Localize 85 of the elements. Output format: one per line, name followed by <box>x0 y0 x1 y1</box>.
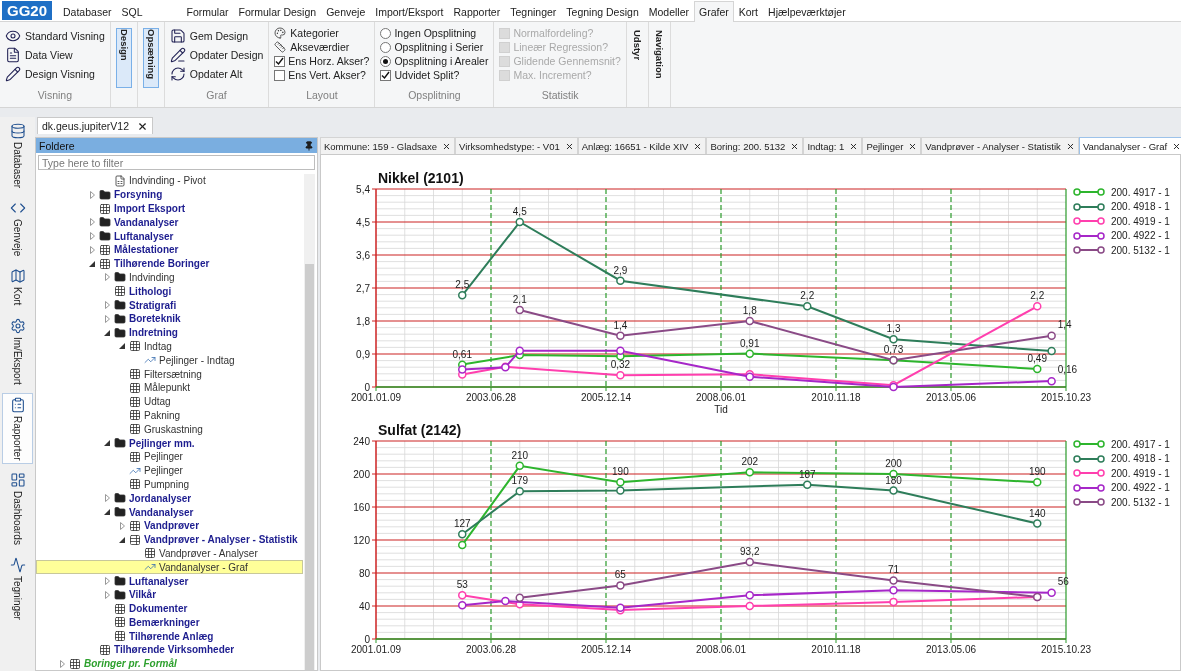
x-tick-label: 2008.06.01 <box>695 644 747 655</box>
group-label: Opsplitning <box>407 89 462 103</box>
data-label: 0,91 <box>740 337 760 349</box>
data-label: 179 <box>511 475 529 487</box>
legend-label: 200. 4917 - 1 <box>1111 438 1170 450</box>
x-tick-label: 2010.11.18 <box>811 392 861 403</box>
y-tick-label: 1,8 <box>356 315 370 327</box>
legend-label: 200. 5132 - 1 <box>1111 496 1170 508</box>
legend-label: 200. 4919 - 1 <box>1111 215 1170 227</box>
data-label: 2,2 <box>800 290 815 302</box>
legend-label: 200. 4922 - 1 <box>1111 230 1170 242</box>
y-tick-label: 0 <box>364 633 370 645</box>
y-tick-label: 0,9 <box>356 348 370 360</box>
data-label: 4,5 <box>512 206 527 217</box>
data-label: 180 <box>885 474 902 486</box>
x-axis-title: Tid <box>714 404 728 415</box>
checkbox-label: Udvidet Split? <box>394 69 460 81</box>
x-tick-label: 2001.01.09 <box>350 644 402 655</box>
data-label: 0,61 <box>452 348 472 360</box>
y-tick-label: 120 <box>353 534 370 546</box>
panel-title: Foldere <box>39 139 75 152</box>
checkbox-label: Ens Horz. Akser? <box>288 55 370 67</box>
x-tick-label: 2003.06.28 <box>465 392 517 403</box>
y-tick-label: 2,7 <box>356 282 370 294</box>
x-tick-label: 2015.10.23 <box>1040 644 1092 655</box>
data-label: 190 <box>612 466 629 478</box>
chart-title: Nikkel (2101) <box>378 170 464 186</box>
x-tick-label: 2013.05.06 <box>925 644 977 655</box>
data-label: 127 <box>453 518 471 530</box>
x-tick-label: 2010.11.18 <box>811 644 861 655</box>
legend-label: 200. 4917 - 1 <box>1111 186 1170 198</box>
y-tick-label: 40 <box>358 600 370 612</box>
x-tick-label: 2008.06.01 <box>695 392 747 403</box>
checkbox-label: Glidende Gennemsnit? <box>513 55 621 67</box>
x-tick-label: 2005.12.14 <box>580 644 632 655</box>
radio-label: Opsplitning i Serier <box>394 41 484 53</box>
y-tick-label: 160 <box>353 501 370 513</box>
chart-title: Sulfat (2142) <box>378 422 462 438</box>
data-label: 71 <box>887 564 900 576</box>
checkbox-label: Normalfordeling? <box>513 27 594 39</box>
data-label: 0,49 <box>1027 353 1047 365</box>
legend-label: 200. 4918 - 1 <box>1111 201 1170 213</box>
data-label: 2,1 <box>512 294 527 305</box>
data-label: 53 <box>456 579 468 591</box>
radio-label: Opsplitning i Arealer <box>394 55 489 67</box>
x-tick-label: 2001.01.09 <box>350 392 402 403</box>
data-label: 140 <box>1028 507 1046 519</box>
group-label: Visning <box>36 89 73 103</box>
y-tick-label: 80 <box>358 567 370 579</box>
legend-label: 200. 4922 - 1 <box>1111 482 1170 494</box>
x-tick-label: 2003.06.28 <box>465 644 517 655</box>
x-tick-label: 2013.05.06 <box>925 392 977 403</box>
y-tick-label: 5,4 <box>356 183 370 195</box>
y-tick-label: 3,6 <box>356 249 370 261</box>
data-label: 190 <box>1028 466 1046 478</box>
y-tick-label: 240 <box>353 435 370 447</box>
y-tick-label: 200 <box>353 468 370 480</box>
data-label: 0,32 <box>610 359 631 371</box>
group-label: Statistik <box>540 89 580 103</box>
data-label: 2,5 <box>455 279 470 291</box>
checkbox-label: Lineær Regression? <box>513 41 608 53</box>
data-label: 0,73 <box>883 344 904 356</box>
x-tick-label: 2005.12.14 <box>580 392 632 403</box>
data-label: 187 <box>798 468 816 480</box>
data-label: 2,2 <box>1030 290 1045 302</box>
data-label: 202 <box>741 456 759 468</box>
legend-label: 200. 4918 - 1 <box>1111 453 1170 465</box>
radio-label: Ingen Opsplitning <box>394 27 477 39</box>
y-tick-label: 0 <box>364 381 370 393</box>
data-label: 1,4 <box>613 319 628 331</box>
checkbox-label: Max. Increment? <box>513 69 592 81</box>
group-label: Graf <box>205 89 228 103</box>
data-label: 1,3 <box>886 323 901 335</box>
checkbox-label: Ens Vert. Akser? <box>288 69 366 81</box>
data-label: 65 <box>614 569 626 581</box>
y-tick-label: 4,5 <box>356 216 370 228</box>
data-label: 1,8 <box>742 305 757 316</box>
data-label: 2,9 <box>613 264 628 276</box>
data-label: 93,2 <box>740 546 760 558</box>
x-tick-label: 2015.10.23 <box>1040 392 1092 403</box>
legend-label: 200. 4919 - 1 <box>1111 467 1170 479</box>
legend-label: 200. 5132 - 1 <box>1111 244 1170 256</box>
group-label: Layout <box>305 89 339 103</box>
data-label: 210 <box>511 449 529 461</box>
data-label: 200 <box>885 458 902 469</box>
